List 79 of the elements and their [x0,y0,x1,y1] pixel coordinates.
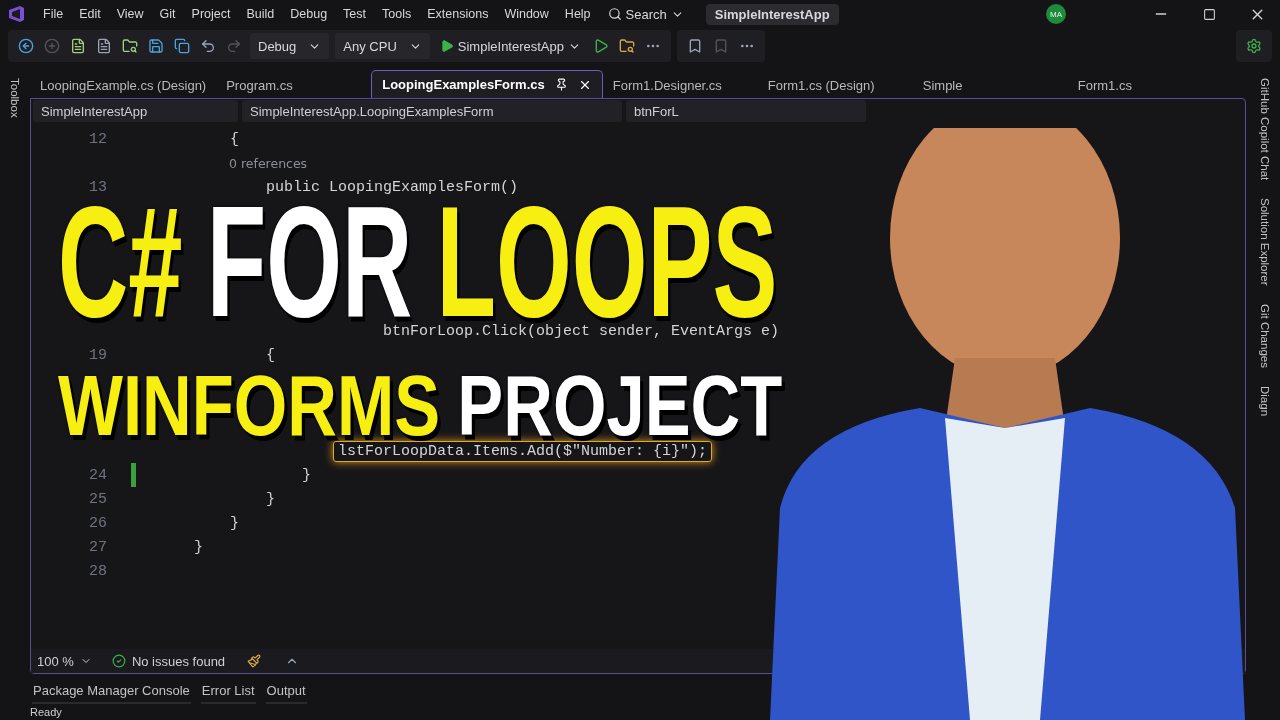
menu-item[interactable]: Test [336,4,374,24]
cleanup-icon[interactable] [247,654,262,668]
save-icon[interactable] [148,38,164,54]
run-icon[interactable] [593,38,609,54]
line-number: 24 [88,466,107,484]
solution-title: SimpleInterestApp [705,3,839,25]
menu-item[interactable]: Debug [283,4,335,24]
code-line: { [265,345,276,366]
navigation-dropdown[interactable]: SimpleInterestApp [33,100,238,122]
menu-item[interactable]: Edit [72,4,108,24]
line-number: 19 [88,346,107,364]
check-icon [111,654,126,668]
menu-item[interactable]: Tools [375,4,419,24]
bookmark-icon[interactable] [687,38,703,54]
play-icon [439,39,454,53]
line-number: 26 [88,514,107,532]
code-line: } [301,465,312,486]
account-avatar[interactable]: MA [1046,4,1066,24]
menu-item[interactable]: Window [497,4,556,24]
side-tab[interactable]: Git Changes [1259,301,1271,370]
settings-icon[interactable] [1246,38,1262,54]
save-all-icon[interactable] [174,38,190,54]
maximize-icon[interactable] [1202,7,1216,21]
pin-icon[interactable] [554,78,568,91]
start-button[interactable]: SimpleInterestApp [435,38,585,54]
document-tab[interactable]: Form1.cs [1067,72,1223,98]
back-icon[interactable] [18,38,34,54]
configuration-dropdown[interactable]: Debug [250,33,330,59]
code-line: public LoopingExamplesForm() [265,177,520,198]
logo-icon [6,4,26,24]
code-line: { [229,129,240,150]
navigation-dropdown[interactable]: btnForL [626,100,866,122]
menu-item[interactable]: View [109,4,151,24]
line-number: 13 [88,178,107,196]
side-tab[interactable]: Diagn [1259,383,1271,418]
line-number: 28 [88,562,107,580]
document-tab[interactable]: Program.cs [216,72,372,98]
new-item-icon[interactable] [70,38,86,54]
open-icon[interactable] [122,38,138,54]
navigation-dropdown[interactable]: SimpleInterestApp.LoopingExamplesForm [242,100,622,122]
code-line: } [193,537,204,558]
search-icon [607,7,622,21]
line-number: 12 [88,130,107,148]
platform-dropdown[interactable]: Any CPU [335,33,430,59]
search-button[interactable]: Search [599,3,692,25]
headline-word: LOOPS [436,200,778,321]
menu-item[interactable]: File [36,4,71,24]
side-tab[interactable]: Toolbox [9,76,21,120]
panel-tab[interactable]: Package Manager Console [32,678,191,704]
menu-item[interactable]: Help [557,4,598,24]
undo-icon[interactable] [200,38,216,54]
code-line: btnForLoop.Click(object sender, EventArgs e) [382,321,781,342]
reference-count[interactable]: 0 references [229,155,308,171]
side-tab[interactable]: Solution Explorer [1259,196,1271,288]
menu-item[interactable]: Project [184,4,238,24]
code-line: } [229,513,240,534]
status-text: Ready [29,705,63,720]
panel-tab[interactable]: Error List [200,678,256,704]
headline-word: C# [58,200,183,321]
document-tab[interactable]: Form1.cs (Design) [757,72,913,98]
line-number: 25 [88,490,107,508]
document-tab[interactable]: Simple [912,72,1068,98]
folder-icon[interactable] [619,38,635,54]
document-tab[interactable]: Form1.Designer.cs [602,72,758,98]
headline-word: WINFORMS [58,370,441,438]
panel-tab[interactable]: Output [265,678,307,704]
code-line: } [265,489,276,510]
document-icon[interactable] [96,38,112,54]
document-tab[interactable]: LoopingExamplesForm.cs [371,70,603,98]
zoom-dropdown[interactable]: 100 % [37,653,92,669]
menu-item[interactable]: Extensions [420,4,496,24]
menu-item[interactable]: Git [152,4,183,24]
menu-item[interactable]: Build [239,4,282,24]
line-number: 27 [88,538,107,556]
issues-status[interactable]: No issues found [111,653,226,669]
headline-word: FOR [206,200,413,321]
side-tab[interactable]: GitHub Copilot Chat [1259,76,1271,183]
headline-word: PROJECT [457,370,783,438]
document-tab[interactable]: LoopingExample.cs (Design) [30,72,217,98]
